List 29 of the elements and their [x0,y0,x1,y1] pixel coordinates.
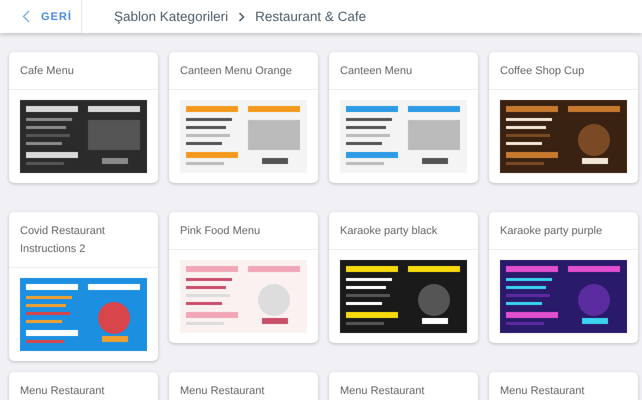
card-title: Menu Restaurant [500,385,584,397]
back-button[interactable]: GERİ [0,0,82,33]
card-title: Karaoke party black [340,225,438,237]
card-title: Menu Restaurant [340,385,424,397]
template-card[interactable]: Cafe Menu [9,52,158,183]
chevron-right-icon [238,12,246,22]
card-title: Menu Restaurant [20,385,104,397]
breadcrumb-link[interactable]: Şablon Kategorileri [114,9,228,24]
template-card[interactable]: Menu Restaurant [489,372,638,400]
template-card[interactable]: Coffee Shop Cup [489,52,638,183]
card-title: Coffee Shop Cup [500,65,584,77]
card-title: Pink Food Menu [180,225,260,237]
breadcrumb-current: Restaurant & Cafe [255,9,366,24]
template-card[interactable]: Pink Food Menu [169,212,318,343]
template-card[interactable]: Karaoke party purple [489,212,638,343]
card-title: Canteen Menu Orange [180,65,292,77]
template-card[interactable]: Menu Restaurant [329,372,478,400]
template-card[interactable]: Menu Restaurant [9,372,158,400]
card-title: Covid Restaurant Instructions 2 [20,225,105,255]
chevron-left-icon [22,10,30,23]
card-title: Canteen Menu [340,65,412,77]
template-card[interactable]: Menu Restaurant [169,372,318,400]
card-title: Karaoke party purple [500,225,602,237]
template-card[interactable]: Canteen Menu [329,52,478,183]
template-card[interactable]: Karaoke party black [329,212,478,343]
template-card[interactable]: Canteen Menu Orange [169,52,318,183]
card-title: Cafe Menu [20,65,74,77]
template-card[interactable]: Covid Restaurant Instructions 2 [9,212,158,361]
card-title: Menu Restaurant [180,385,264,397]
